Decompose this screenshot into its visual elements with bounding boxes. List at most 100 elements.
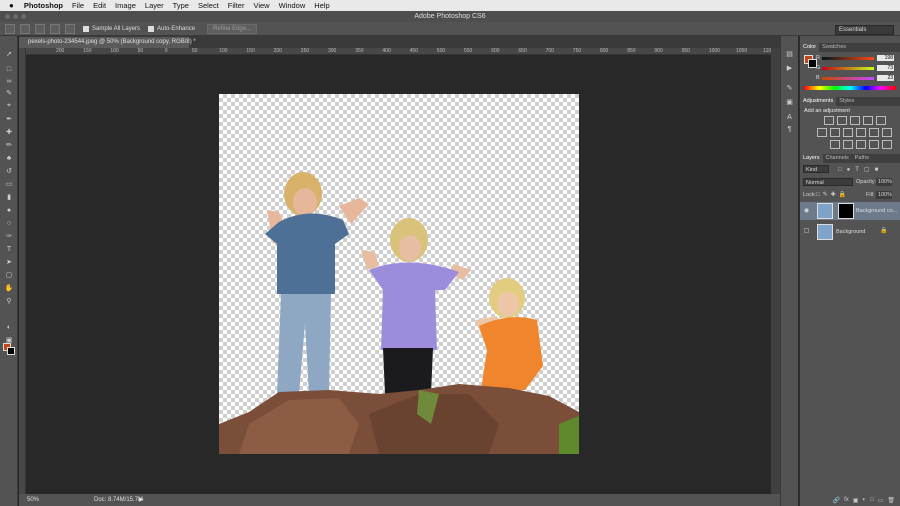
black-white-icon[interactable]: [843, 128, 853, 137]
green-value[interactable]: 73: [877, 65, 894, 71]
auto-enhance-checkbox[interactable]: [148, 25, 155, 32]
lasso-tool-icon[interactable]: ∞: [4, 77, 14, 85]
quick-mask-icon[interactable]: ◐: [4, 323, 14, 331]
new-selection-icon[interactable]: [20, 23, 30, 34]
pen-tool-icon[interactable]: ✑: [4, 232, 14, 240]
layer-name[interactable]: Background: [836, 229, 865, 235]
tab-color[interactable]: Color: [800, 43, 820, 52]
window-controls[interactable]: [5, 14, 26, 19]
minimize-window-icon[interactable]: [13, 14, 18, 19]
selective-color-icon[interactable]: [882, 140, 892, 149]
fill-input[interactable]: 100%: [876, 191, 892, 199]
menu-filter[interactable]: Filter: [228, 1, 245, 10]
add-to-selection-icon[interactable]: [35, 23, 45, 34]
path-selection-tool-icon[interactable]: ➤: [4, 258, 14, 266]
color-lookup-icon[interactable]: [882, 128, 892, 137]
layer-style-icon[interactable]: fx: [844, 497, 849, 503]
tab-styles[interactable]: Styles: [836, 97, 857, 106]
tab-swatches[interactable]: Swatches: [819, 43, 849, 52]
menu-image[interactable]: Image: [115, 1, 136, 10]
invert-icon[interactable]: [830, 140, 840, 149]
history-brush-tool-icon[interactable]: ↺: [4, 167, 14, 175]
dodge-tool-icon[interactable]: ○: [4, 219, 14, 227]
paragraph-panel-icon[interactable]: ¶: [785, 126, 794, 134]
actions-panel-icon[interactable]: ▶: [785, 64, 794, 72]
channel-mixer-icon[interactable]: [869, 128, 879, 137]
brush-tool-icon[interactable]: ✏: [4, 141, 14, 149]
sample-all-layers-checkbox[interactable]: [83, 25, 89, 32]
crop-tool-icon[interactable]: ⌖: [4, 102, 14, 110]
quick-selection-tool-icon[interactable]: [5, 23, 15, 34]
quick-selection-tool-icon[interactable]: ✎: [4, 89, 14, 97]
close-window-icon[interactable]: [5, 14, 10, 19]
menu-file[interactable]: File: [72, 1, 84, 10]
document-canvas[interactable]: [219, 94, 579, 454]
menu-window[interactable]: Window: [279, 1, 306, 10]
tab-layers[interactable]: Layers: [800, 154, 823, 163]
visibility-eye-icon[interactable]: ◉: [804, 208, 809, 214]
tab-channels[interactable]: Channels: [823, 154, 852, 163]
menu-edit[interactable]: Edit: [93, 1, 106, 10]
opacity-input[interactable]: 100%: [876, 178, 892, 186]
link-layers-icon[interactable]: 🔗: [833, 497, 840, 504]
vertical-ruler[interactable]: [19, 48, 26, 494]
brush-panel-icon[interactable]: ✎: [785, 84, 794, 92]
brush-size-picker-icon[interactable]: [65, 23, 75, 34]
document-tab[interactable]: pexels-photo-234544.jpeg @ 50% (Backgrou…: [19, 37, 196, 48]
brightness-contrast-icon[interactable]: [824, 116, 834, 125]
document-size[interactable]: Doc: 8.74M/15.7M: [94, 497, 143, 503]
gradient-map-icon[interactable]: [869, 140, 879, 149]
zoom-tool-icon[interactable]: ⚲: [4, 297, 14, 305]
zoom-window-icon[interactable]: [21, 14, 26, 19]
add-mask-icon[interactable]: ▣: [853, 497, 859, 504]
new-layer-icon[interactable]: ▭: [878, 497, 884, 504]
healing-brush-tool-icon[interactable]: ✚: [4, 128, 14, 136]
menu-view[interactable]: View: [253, 1, 269, 10]
layer-name[interactable]: Background co...: [856, 208, 897, 214]
photo-filter-icon[interactable]: [856, 128, 866, 137]
shape-tool-icon[interactable]: ▢: [4, 271, 14, 279]
marquee-tool-icon[interactable]: □: [4, 65, 14, 73]
blue-slider[interactable]: [822, 77, 874, 80]
layer-row-background-copy[interactable]: ◉ Background co...: [800, 202, 900, 220]
menu-app-name[interactable]: Photoshop: [24, 1, 63, 10]
eyedropper-tool-icon[interactable]: ✒: [4, 115, 14, 123]
blend-mode-select[interactable]: Normal: [803, 178, 853, 186]
background-color-swatch[interactable]: [7, 347, 15, 355]
type-tool-icon[interactable]: T: [4, 245, 14, 253]
menu-help[interactable]: Help: [314, 1, 329, 10]
levels-icon[interactable]: [837, 116, 847, 125]
layer-filter-icons[interactable]: □●T▢■: [838, 166, 883, 173]
history-panel-icon[interactable]: ▤: [785, 50, 794, 58]
workspace-select[interactable]: Essentials: [835, 25, 894, 35]
clone-source-panel-icon[interactable]: ▣: [785, 98, 794, 106]
curves-icon[interactable]: [850, 116, 860, 125]
status-menu-arrow-icon[interactable]: ▶: [139, 496, 144, 503]
tab-paths[interactable]: Paths: [852, 154, 872, 163]
green-slider[interactable]: [822, 67, 874, 70]
vibrance-icon[interactable]: [876, 116, 886, 125]
exposure-icon[interactable]: [863, 116, 873, 125]
zoom-level[interactable]: 50%: [27, 497, 39, 503]
horizontal-ruler[interactable]: 200 150 100 50 0 50 100 150 200 250 300 350 400 450 50…: [26, 48, 774, 55]
eraser-tool-icon[interactable]: ▭: [4, 180, 14, 188]
threshold-icon[interactable]: [856, 140, 866, 149]
new-adjustment-layer-icon[interactable]: ◐: [862, 497, 866, 503]
red-slider[interactable]: [822, 57, 874, 60]
lock-options-icons[interactable]: □✎✚🔒: [816, 191, 849, 198]
refine-edge-button[interactable]: Refine Edge...: [207, 23, 258, 34]
hand-tool-icon[interactable]: ✋: [4, 284, 14, 292]
visibility-toggle-off[interactable]: [804, 228, 809, 233]
tab-adjustments[interactable]: Adjustments: [800, 97, 837, 106]
gradient-tool-icon[interactable]: ▮: [4, 193, 14, 201]
layer-filter-kind-select[interactable]: Kind: [803, 165, 829, 173]
menu-layer[interactable]: Layer: [145, 1, 164, 10]
move-tool-icon[interactable]: ➚: [4, 50, 14, 58]
red-value[interactable]: 198: [877, 55, 894, 61]
menu-select[interactable]: Select: [198, 1, 219, 10]
new-group-icon[interactable]: □: [870, 497, 874, 503]
apple-menu-icon[interactable]: ●: [9, 1, 14, 10]
delete-layer-icon[interactable]: 🗑: [887, 497, 895, 504]
blur-tool-icon[interactable]: ●: [4, 206, 14, 214]
color-balance-icon[interactable]: [830, 128, 840, 137]
